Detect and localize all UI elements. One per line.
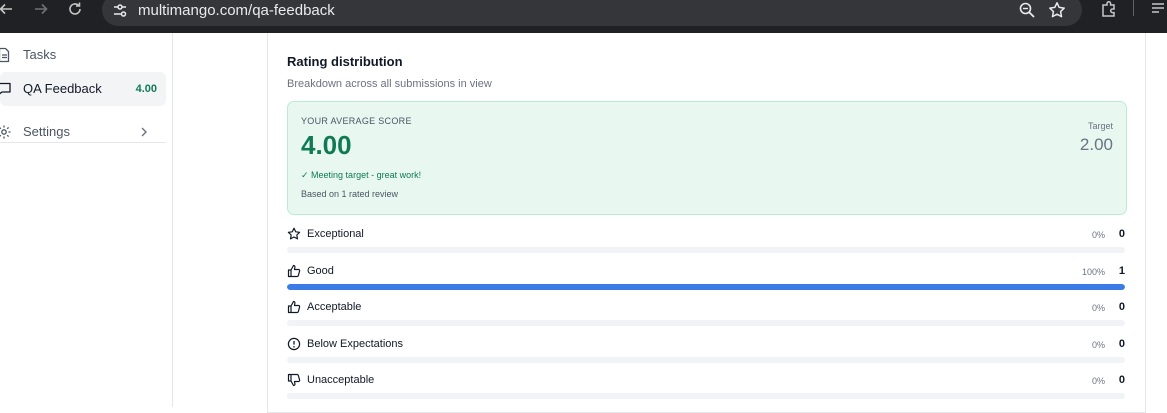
thumbs-up-icon: [287, 300, 301, 314]
rating-row-good: Good 100% 1: [287, 263, 1127, 293]
average-score-value: 4.00: [301, 130, 352, 160]
gear-icon: [0, 125, 11, 139]
rating-count: 1: [1118, 265, 1125, 277]
rating-percent: 0%: [1091, 376, 1105, 386]
thumbs-down-icon: [287, 373, 301, 387]
card-title: Rating distribution: [287, 54, 403, 69]
rating-count: 0: [1118, 338, 1125, 350]
rating-percent: 100%: [1081, 267, 1105, 277]
rating-percent: 0%: [1091, 303, 1105, 313]
rating-bar-fill: [287, 284, 1125, 290]
arrow-left-icon: [0, 3, 12, 15]
zoom-icon[interactable]: [1018, 1, 1036, 19]
rating-count: 0: [1118, 228, 1125, 240]
rating-bar-track: [287, 393, 1125, 399]
sidebar-item-label: Settings: [23, 124, 70, 139]
star-icon: [287, 227, 301, 240]
rating-label: Acceptable: [307, 301, 362, 313]
rating-label: Good: [307, 265, 334, 277]
rating-percent: 0%: [1091, 340, 1105, 350]
rating-label: Exceptional: [307, 228, 364, 240]
site-settings-icon[interactable]: [112, 2, 128, 20]
url-text[interactable]: multimango.com/qa-feedback: [138, 2, 335, 20]
browser-toolbar: multimango.com/qa-feedback: [0, 0, 1167, 33]
score-badge: 4.00: [135, 83, 157, 95]
document-icon: [0, 47, 10, 63]
rating-row-exceptional: Exceptional 0% 0: [287, 226, 1127, 256]
thumbs-up-icon: [287, 264, 301, 278]
address-bar[interactable]: multimango.com/qa-feedback: [102, 0, 1082, 26]
sidebar-item-settings[interactable]: Settings: [0, 115, 166, 149]
chat-icon: [0, 82, 11, 95]
reading-list-icon[interactable]: [1150, 0, 1167, 18]
rating-bar-track: [287, 320, 1125, 326]
target-status-message: ✓ Meeting target - great work!: [301, 170, 422, 180]
rating-row-acceptable: Acceptable 0% 0: [287, 299, 1127, 329]
rating-count: 0: [1118, 374, 1125, 386]
rating-label: Unacceptable: [307, 374, 375, 386]
alert-circle-icon: [287, 337, 301, 351]
reload-icon: [69, 2, 81, 15]
rating-distribution-card: Rating distribution Breakdown across all…: [267, 33, 1146, 413]
sidebar-item-tasks[interactable]: Tasks: [0, 38, 166, 72]
rating-percent: 0%: [1091, 230, 1105, 240]
arrow-right-icon: [35, 3, 48, 15]
card-subtitle: Breakdown across all submissions in view: [287, 78, 492, 90]
rating-count: 0: [1118, 301, 1125, 313]
back-button[interactable]: [0, 0, 14, 20]
rating-bar-track: [287, 247, 1125, 253]
rating-bar-track: [287, 357, 1125, 363]
reload-button[interactable]: [67, 0, 83, 20]
sidebar-item-label: Tasks: [23, 47, 57, 62]
rating-row-unacceptable: Unacceptable 0% 0: [287, 372, 1127, 402]
sidebar-item-qa-feedback[interactable]: QA Feedback 4.00: [0, 72, 166, 106]
review-count-note: Based on 1 rated review: [301, 189, 399, 199]
sidebar: Tasks QA Feedback 4.00 Settings: [0, 33, 173, 407]
average-score-panel: YOUR AVERAGE SCORE 4.00 Target 2.00 ✓ Me…: [287, 101, 1127, 215]
sidebar-item-label: QA Feedback: [23, 81, 102, 96]
bookmark-star-icon[interactable]: [1048, 1, 1066, 19]
chevron-right-icon: [141, 127, 147, 137]
rating-bar-track: [287, 284, 1125, 290]
extensions-icon[interactable]: [1100, 0, 1118, 18]
rating-label: Below Expectations: [307, 338, 403, 350]
score-eyebrow: YOUR AVERAGE SCORE: [301, 116, 412, 126]
target-label: Target: [1087, 121, 1113, 131]
target-value: 2.00: [1079, 135, 1113, 154]
forward-button[interactable]: [33, 0, 49, 20]
rating-row-below-expectations: Below Expectations 0% 0: [287, 336, 1127, 366]
toolbar-divider: [1133, 0, 1134, 16]
